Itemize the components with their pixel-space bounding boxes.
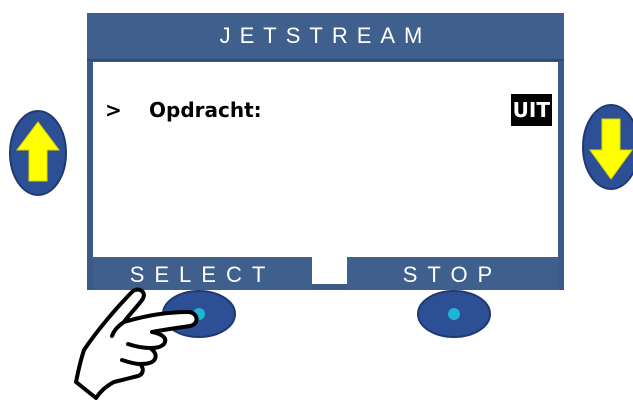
arrow-down-icon <box>582 104 633 190</box>
softkey-divider <box>312 257 347 284</box>
arrow-up-button[interactable] <box>8 109 68 197</box>
control-panel: JETSTREAM > Opdracht: UIT SELECT STOP <box>0 0 633 401</box>
menu-row-opdracht[interactable]: > Opdracht: UIT <box>93 94 558 128</box>
arrow-down-button[interactable] <box>581 103 633 191</box>
softkey-stop-label: STOP <box>347 257 558 290</box>
round-button-icon <box>417 290 491 338</box>
lcd-title: JETSTREAM <box>219 23 432 48</box>
lcd-menu-area: > Opdracht: UIT <box>93 62 558 257</box>
menu-cursor: > <box>105 98 122 122</box>
stop-button[interactable] <box>416 289 492 339</box>
pointing-hand-icon <box>66 282 206 400</box>
menu-row-label: Opdracht: <box>149 98 262 122</box>
lcd-title-bar: JETSTREAM <box>87 13 564 61</box>
lcd-screen: JETSTREAM > Opdracht: UIT SELECT STOP <box>87 13 564 290</box>
arrow-up-icon <box>9 110 67 196</box>
menu-row-value: UIT <box>510 94 552 126</box>
